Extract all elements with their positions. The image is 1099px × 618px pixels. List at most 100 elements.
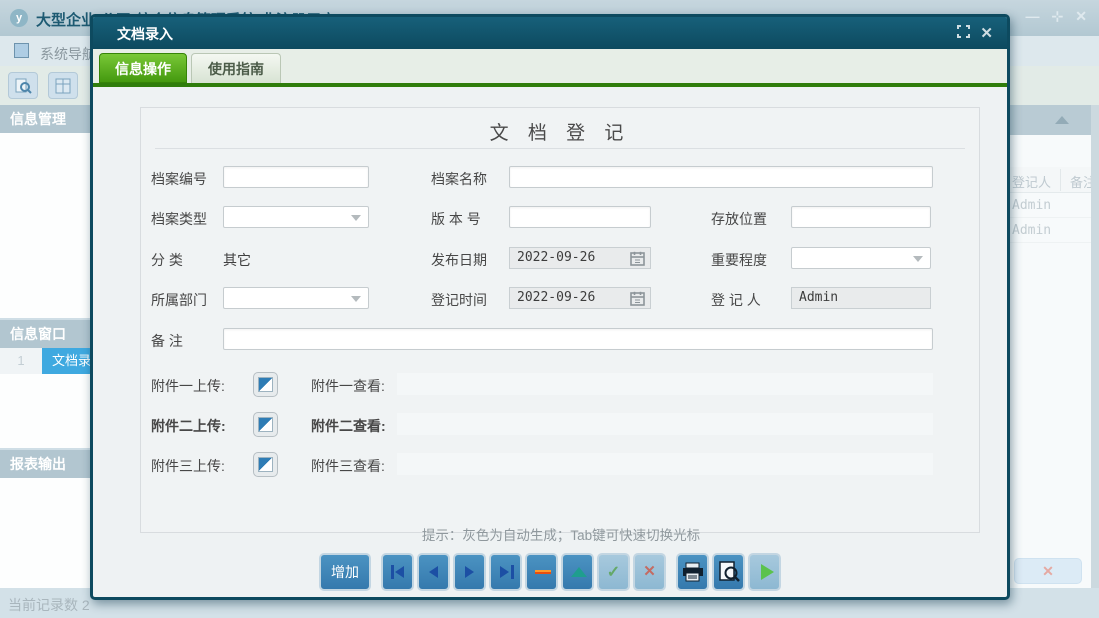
delete-record-button[interactable]: [525, 553, 558, 591]
col-registrant: 登记人: [1012, 172, 1051, 191]
last-record-icon: [500, 566, 509, 578]
title-divider: [155, 148, 965, 149]
dialog-close-icon[interactable]: ✕: [980, 26, 993, 42]
delete-minus-icon: [535, 570, 551, 574]
upload-file-icon: [258, 457, 273, 472]
cancel-record-button: ✕: [633, 553, 666, 591]
dialog-title: 文档录入: [117, 24, 173, 44]
preview-button[interactable]: [712, 553, 745, 591]
form-title: 文 档 登 记: [141, 118, 979, 145]
table-icon: [54, 77, 72, 95]
attachment3-upload-label: 附件三上传:: [151, 456, 225, 476]
printer-icon: [682, 562, 704, 582]
register-time-label: 登记时间: [431, 290, 487, 310]
attachment3-view-label: 附件三查看:: [311, 456, 385, 476]
background-cancel-button: ✕: [1014, 558, 1082, 584]
column-divider: [1060, 169, 1061, 191]
next-record-button[interactable]: [453, 553, 486, 591]
location-label: 存放位置: [711, 209, 767, 229]
table-tool-button[interactable]: [48, 72, 78, 99]
add-button[interactable]: 增加: [319, 553, 371, 591]
remark-label: 备 注: [151, 331, 183, 351]
check-icon: ✓: [599, 562, 628, 582]
x-icon: ✕: [635, 562, 664, 580]
register-time-input[interactable]: 2022-09-26: [509, 287, 651, 309]
execute-button[interactable]: [748, 553, 781, 591]
department-select[interactable]: [223, 287, 369, 309]
first-record-icon: [391, 565, 394, 579]
system-nav-label[interactable]: 系统导航: [40, 44, 96, 64]
dialog-maximize-icon[interactable]: [957, 25, 970, 43]
tab-user-guide[interactable]: 使用指南: [191, 53, 281, 83]
attachment1-view-label: 附件一查看:: [311, 376, 385, 396]
importance-select[interactable]: [791, 247, 931, 269]
registrant-input[interactable]: Admin: [791, 287, 931, 309]
print-button[interactable]: [676, 553, 709, 591]
calendar-icon[interactable]: [630, 291, 645, 313]
version-input[interactable]: [509, 206, 651, 228]
edit-record-button[interactable]: [561, 553, 594, 591]
attachment1-upload-button[interactable]: [253, 372, 278, 397]
print-preview-icon: [718, 561, 740, 583]
calendar-icon[interactable]: [630, 251, 645, 273]
search-icon: [14, 77, 32, 95]
publish-date-input[interactable]: 2022-09-26: [509, 247, 651, 269]
table-row[interactable]: Admin: [1008, 193, 1099, 218]
department-label: 所属部门: [151, 290, 207, 310]
attachment1-view-area: [397, 373, 933, 395]
version-label: 版 本 号: [431, 209, 481, 229]
main-minimize-icon[interactable]: —: [1026, 8, 1040, 25]
upload-file-icon: [258, 377, 273, 392]
archive-no-input[interactable]: [223, 166, 369, 188]
search-tool-button[interactable]: [8, 72, 38, 99]
archive-no-label: 档案编号: [151, 169, 207, 189]
window-tab-index: 1: [0, 348, 42, 374]
table-row[interactable]: Admin: [1008, 218, 1099, 243]
archive-type-select[interactable]: [223, 206, 369, 228]
dialog-tabbar: 信息操作 使用指南: [93, 49, 1007, 83]
edit-triangle-icon: [571, 567, 587, 577]
remark-input[interactable]: [223, 328, 933, 350]
run-triangle-icon: [761, 564, 774, 580]
post-record-button: ✓: [597, 553, 630, 591]
attachment3-upload-button[interactable]: [253, 452, 278, 477]
form-hint: 提示：灰色为自动生成；Tab键可快速切换光标: [141, 524, 981, 544]
collapse-up-icon[interactable]: [1055, 116, 1069, 124]
attachment2-upload-button[interactable]: [253, 412, 278, 437]
importance-label: 重要程度: [711, 250, 767, 270]
attachment2-upload-label: 附件二上传:: [151, 416, 226, 436]
registrant-label: 登 记 人: [711, 290, 761, 310]
record-toolbar: 增加 ✓ ✕: [93, 553, 1007, 593]
upload-file-icon: [258, 417, 273, 432]
archive-name-input[interactable]: [509, 166, 933, 188]
prior-record-button[interactable]: [417, 553, 450, 591]
app-logo-icon: y: [10, 9, 28, 27]
last-record-button[interactable]: [489, 553, 522, 591]
attachment3-view-area: [397, 453, 933, 475]
category-value: 其它: [223, 250, 251, 270]
archive-name-label: 档案名称: [431, 169, 487, 189]
document-entry-dialog: 文档录入 ✕ 信息操作 使用指南 文 档 登 记 档案编号 档案名称 档案类型: [90, 14, 1010, 600]
tab-info-operation[interactable]: 信息操作: [99, 53, 187, 83]
background-table-header: 登记人 备注: [1008, 167, 1099, 193]
scrollbar[interactable]: [1091, 105, 1099, 588]
attachment2-view-label: 附件二查看:: [311, 416, 386, 436]
background-panel-header: [1008, 105, 1092, 135]
nav-checkbox-icon[interactable]: [14, 43, 29, 58]
next-record-icon: [465, 566, 474, 578]
document-form-panel: 文 档 登 记 档案编号 档案名称 档案类型 版 本 号 存放位置 分 类 其它…: [140, 107, 980, 533]
first-record-button[interactable]: [381, 553, 414, 591]
archive-type-label: 档案类型: [151, 209, 207, 229]
attachment1-upload-label: 附件一上传:: [151, 376, 225, 396]
record-count-text: 当前记录数 2: [8, 595, 90, 615]
prior-record-icon: [429, 566, 438, 578]
main-restore-icon[interactable]: ⊹: [1052, 8, 1064, 25]
location-input[interactable]: [791, 206, 931, 228]
attachment2-view-area: [397, 413, 933, 435]
dialog-body: 文 档 登 记 档案编号 档案名称 档案类型 版 本 号 存放位置 分 类 其它…: [93, 87, 1007, 591]
chevron-down-icon: [351, 296, 361, 302]
publish-date-label: 发布日期: [431, 250, 487, 270]
dialog-titlebar[interactable]: 文档录入 ✕: [93, 17, 1007, 49]
main-close-icon[interactable]: ✕: [1075, 8, 1087, 25]
category-label: 分 类: [151, 250, 183, 270]
